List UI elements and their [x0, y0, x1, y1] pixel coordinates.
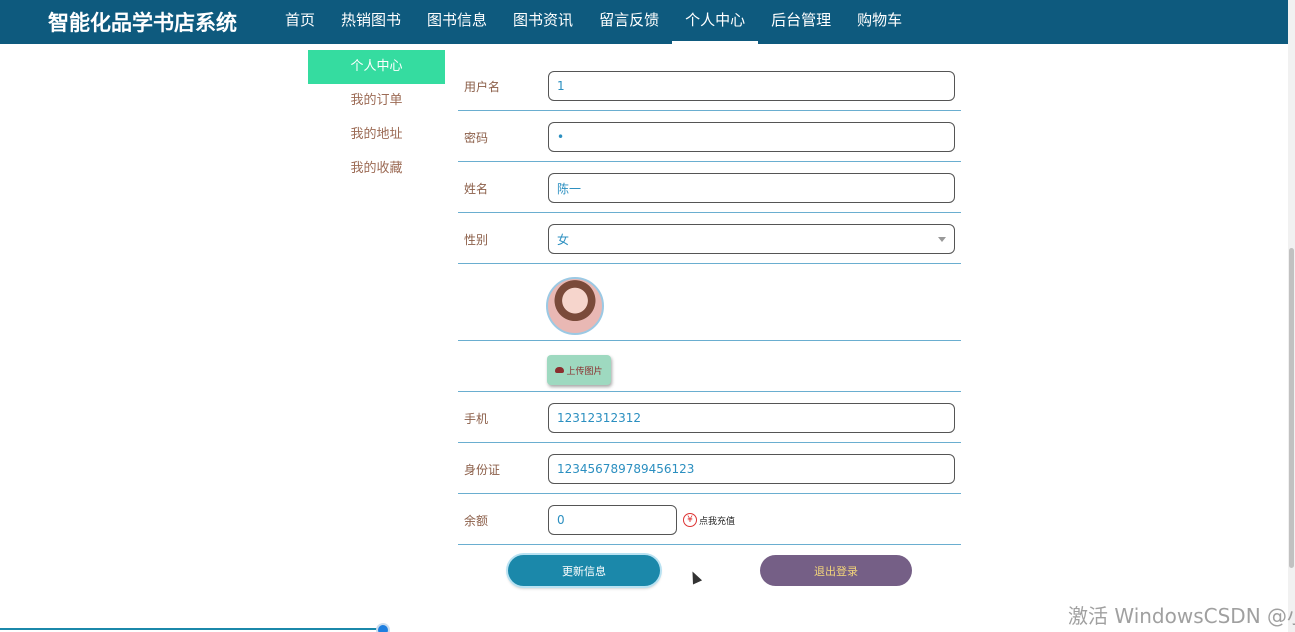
name-label: 姓名 — [464, 182, 489, 196]
upload-label: 上传图片 — [566, 366, 603, 377]
profile-form: 用户名 密码 姓名 性别 女 上传图片 手机 身份证 余额 ¥ — [458, 60, 961, 545]
row-avatar — [458, 264, 961, 341]
gender-select[interactable]: 女 — [548, 224, 955, 254]
nav-hot-books[interactable]: 热销图书 — [328, 0, 414, 44]
balance-label: 余额 — [464, 514, 489, 528]
vertical-scrollbar[interactable] — [1288, 0, 1295, 632]
nav-links: 首页 热销图书 图书信息 图书资讯 留言反馈 个人中心 后台管理 购物车 — [272, 0, 915, 44]
row-username: 用户名 — [458, 60, 961, 111]
nav-cart[interactable]: 购物车 — [844, 0, 915, 44]
bottom-progress-bar[interactable] — [0, 628, 384, 630]
nav-feedback[interactable]: 留言反馈 — [586, 0, 672, 44]
row-balance: 余额 ¥ 点我充值 — [458, 494, 961, 545]
row-gender: 性别 女 — [458, 213, 961, 264]
sidebar-item-my-orders[interactable]: 我的订单 — [308, 84, 445, 118]
sidebar-item-personal-center[interactable]: 个人中心 — [308, 50, 445, 84]
nav-book-news[interactable]: 图书资讯 — [500, 0, 586, 44]
password-label: 密码 — [464, 131, 489, 145]
username-input[interactable] — [548, 71, 955, 101]
nav-book-info[interactable]: 图书信息 — [414, 0, 500, 44]
password-input[interactable] — [548, 122, 955, 152]
row-id-card: 身份证 — [458, 443, 961, 494]
username-label: 用户名 — [464, 80, 501, 94]
name-input[interactable] — [548, 173, 955, 203]
balance-input[interactable] — [548, 505, 677, 535]
top-nav-bar: 智能化品学书店系统 首页 热销图书 图书信息 图书资讯 留言反馈 个人中心 后台… — [0, 0, 1288, 44]
avatar — [546, 277, 604, 335]
yen-icon: ¥ — [683, 513, 697, 527]
upload-image-button[interactable]: 上传图片 — [547, 355, 611, 385]
scrollbar-thumb[interactable] — [1289, 248, 1294, 568]
gender-label: 性别 — [464, 233, 489, 247]
bottom-slider-knob[interactable] — [376, 623, 390, 632]
brand-title[interactable]: 智能化品学书店系统 — [48, 7, 237, 37]
sidebar-item-my-address[interactable]: 我的地址 — [308, 118, 445, 152]
recharge-label: 点我充值 — [699, 516, 736, 527]
nav-personal-center[interactable]: 个人中心 — [672, 0, 759, 44]
logout-button[interactable]: 退出登录 — [760, 555, 912, 586]
row-upload: 上传图片 — [458, 341, 961, 392]
row-phone: 手机 — [458, 392, 961, 443]
update-info-button[interactable]: 更新信息 — [508, 555, 660, 586]
sidebar-item-my-favorites[interactable]: 我的收藏 — [308, 152, 445, 186]
nav-home[interactable]: 首页 — [272, 0, 328, 44]
phone-label: 手机 — [464, 412, 489, 426]
cloud-upload-icon — [555, 367, 565, 373]
row-password: 密码 — [458, 111, 961, 162]
id-card-input[interactable] — [548, 454, 955, 484]
watermark-text: 激活 WindowsCSDN @小奔2 — [1068, 604, 1295, 628]
mouse-cursor-icon — [687, 569, 703, 585]
gender-value: 女 — [557, 232, 570, 247]
phone-input[interactable] — [548, 403, 955, 433]
recharge-link[interactable]: ¥ 点我充值 — [683, 513, 735, 527]
side-menu: 个人中心 我的订单 我的地址 我的收藏 — [308, 50, 445, 186]
row-name: 姓名 — [458, 162, 961, 213]
nav-admin[interactable]: 后台管理 — [758, 0, 844, 44]
chevron-down-icon — [938, 237, 946, 242]
id-card-label: 身份证 — [464, 463, 501, 477]
